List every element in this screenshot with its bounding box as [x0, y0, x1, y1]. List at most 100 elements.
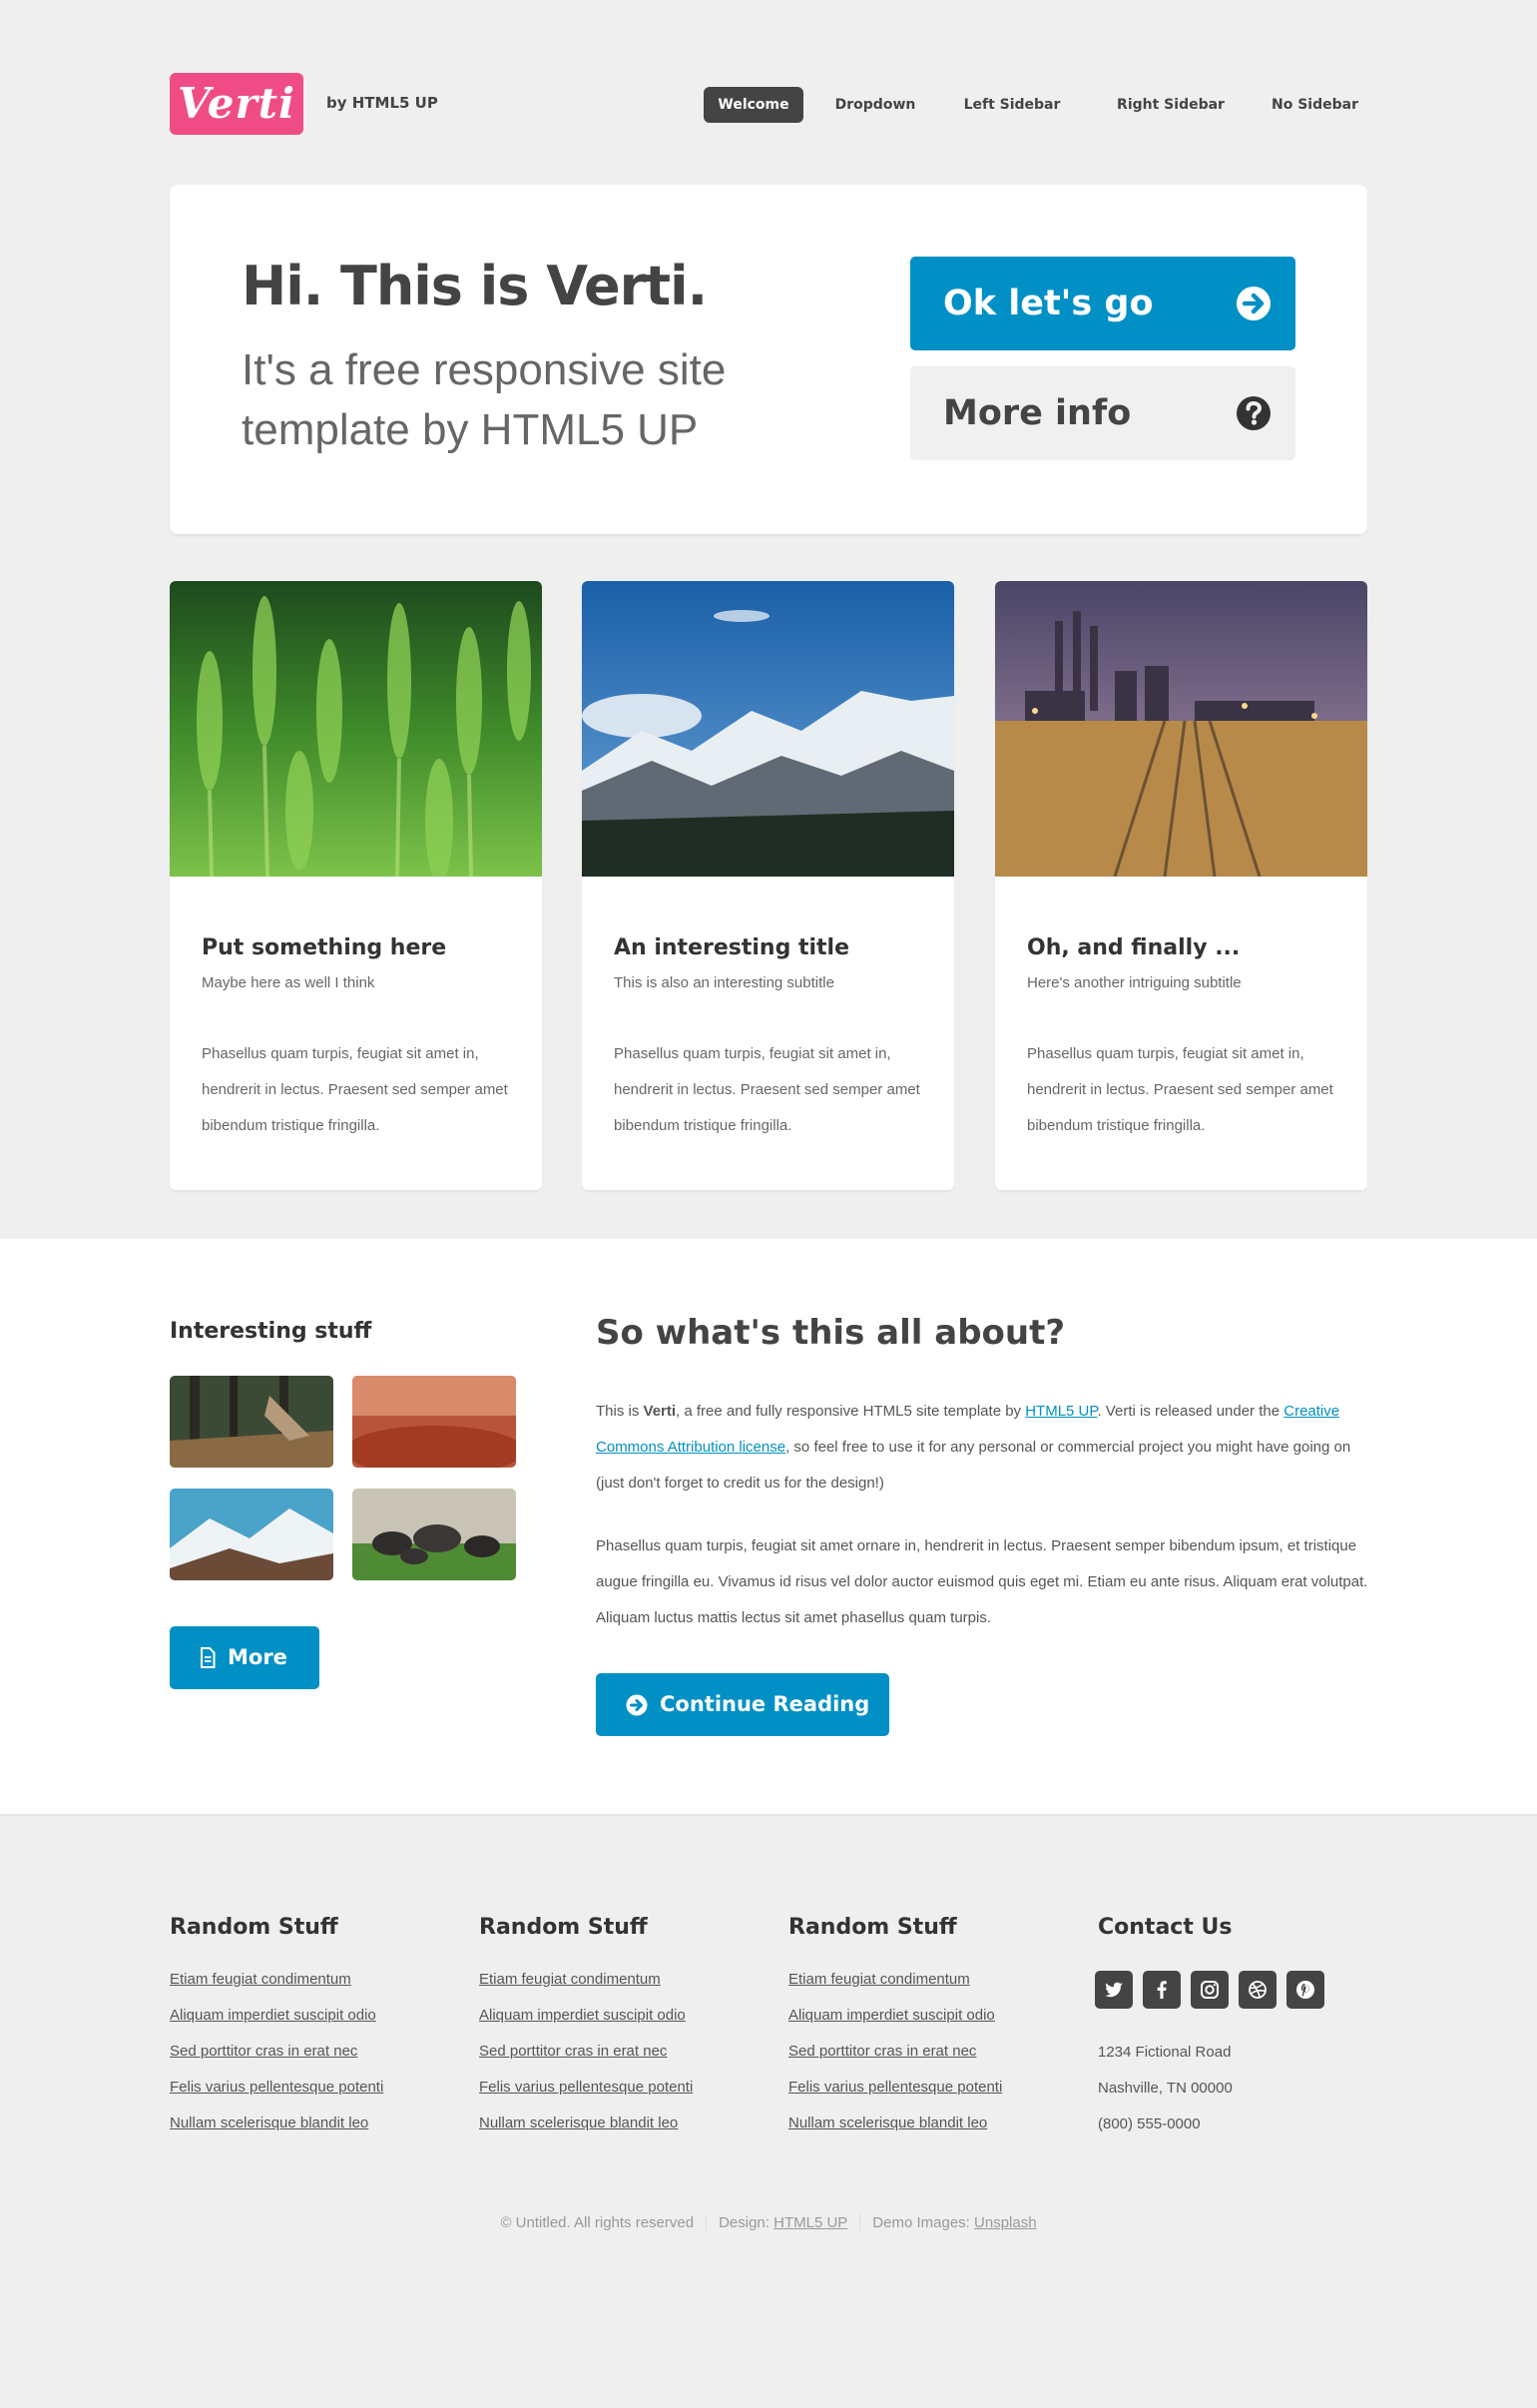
ok-lets-go-button[interactable]: Ok let's go: [910, 257, 1295, 350]
footer-link[interactable]: Etiam feugiat condimentum: [479, 1971, 661, 1988]
address-line-1: 1234 Fictional Road: [1098, 2044, 1232, 2061]
feature-title: Put something here: [202, 935, 447, 960]
wheat-field-image[interactable]: [170, 581, 542, 877]
copyright-bar: © Untitled. All rights reserved Design: H…: [0, 2214, 1537, 2231]
feature-title: Oh, and finally ...: [1027, 935, 1241, 960]
footer-link-item: Nullam scelerisque blandit leo: [479, 2114, 693, 2150]
main-section: Interesting stuff More So what's this al…: [0, 1239, 1537, 1816]
byline: by HTML5 UP: [326, 94, 438, 112]
footer-link[interactable]: Nullam scelerisque blandit leo: [479, 2114, 678, 2131]
thumbnail-rocks-image[interactable]: [352, 1489, 516, 1580]
design-credit: Design: HTML5 UP: [706, 2214, 859, 2231]
continue-reading-button[interactable]: Continue Reading: [596, 1673, 889, 1736]
document-icon: [201, 1647, 216, 1668]
footer-link-item: Nullam scelerisque blandit leo: [788, 2114, 1002, 2150]
footer-link-item: Sed porttitor cras in erat nec: [788, 2043, 1002, 2079]
main-paragraph: This is Verti, a free and fully responsi…: [596, 1394, 1369, 1502]
feature-title: An interesting title: [614, 935, 850, 960]
facebook-link[interactable]: [1143, 1971, 1181, 2009]
continue-reading-label: Continue Reading: [660, 1692, 870, 1716]
railway-city-image[interactable]: [995, 581, 1367, 877]
footer-link-item: Etiam feugiat condimentum: [170, 1971, 383, 2007]
footer-link-item: Etiam feugiat condimentum: [479, 1971, 693, 2007]
feature-card: An interesting title This is also an int…: [582, 581, 954, 1190]
footer-link[interactable]: Etiam feugiat condimentum: [788, 1971, 970, 1988]
footer-link-item: Felis varius pellentesque potenti: [479, 2079, 693, 2114]
footer-link-item: Sed porttitor cras in erat nec: [479, 2043, 693, 2079]
instagram-link[interactable]: [1191, 1971, 1229, 2009]
feature-card: Oh, and finally ... Here's another intri…: [995, 581, 1367, 1190]
thumbnail-forest-image[interactable]: [170, 1376, 333, 1468]
facebook-icon: [1157, 1981, 1167, 1999]
footer-link[interactable]: Sed porttitor cras in erat nec: [479, 2043, 667, 2060]
mountain-image[interactable]: [582, 581, 954, 877]
arrow-right-circle-icon: [626, 1694, 648, 1716]
twitter-icon: [1105, 1982, 1123, 1998]
thumbnail-snow-mountain-image[interactable]: [170, 1489, 333, 1580]
footer-link-item: Sed porttitor cras in erat nec: [170, 2043, 383, 2079]
dribbble-link[interactable]: [1239, 1971, 1277, 2009]
footer-link-item: Aliquam imperdiet suscipit odio: [788, 2007, 1002, 2043]
arrow-right-circle-icon: [1237, 287, 1271, 320]
text-segment: , a free and fully responsive HTML5 site…: [676, 1403, 1026, 1420]
footer-link[interactable]: Sed porttitor cras in erat nec: [788, 2043, 976, 2060]
banner-title: Hi. This is Verti.: [242, 255, 708, 317]
footer-link-list: Etiam feugiat condimentum Aliquam imperd…: [788, 1971, 1002, 2150]
text-segment: This is: [596, 1403, 644, 1420]
sidebar-title: Interesting stuff: [170, 1319, 372, 1344]
footer-link[interactable]: Felis varius pellentesque potenti: [479, 2079, 693, 2096]
footer-link[interactable]: Nullam scelerisque blandit leo: [170, 2114, 368, 2131]
feature-text: Phasellus quam turpis, feugiat sit amet …: [614, 1045, 920, 1134]
logo[interactable]: Verti: [170, 73, 303, 135]
footer-contact-column: Contact Us 1234 Fictional Road Nashville…: [1095, 1915, 1377, 2132]
more-button-label: More: [228, 1645, 287, 1669]
footer-link[interactable]: Sed porttitor cras in erat nec: [170, 2043, 357, 2060]
footer-link[interactable]: Aliquam imperdiet suscipit odio: [479, 2007, 686, 2024]
main-title: So what's this all about?: [596, 1313, 1066, 1353]
html5up-link[interactable]: HTML5 UP: [1025, 1403, 1097, 1420]
footer-link[interactable]: Etiam feugiat condimentum: [170, 1971, 351, 1988]
feature-subtitle: Maybe here as well I think: [202, 974, 375, 991]
nav-item-left-sidebar[interactable]: Left Sidebar: [957, 87, 1067, 123]
footer-link[interactable]: Nullam scelerisque blandit leo: [788, 2114, 987, 2131]
pinterest-icon: [1296, 1981, 1314, 1999]
more-info-label: More info: [943, 393, 1132, 433]
page: Verti by HTML5 UP Welcome Dropdown Left …: [0, 0, 1537, 2408]
contact-address: 1234 Fictional Road Nashville, TN 00000 …: [1098, 2035, 1233, 2142]
images-link[interactable]: Unsplash: [974, 2214, 1037, 2231]
design-link[interactable]: HTML5 UP: [773, 2214, 847, 2231]
thumbnail-autumn-image[interactable]: [352, 1376, 516, 1468]
banner-subtitle: It's a free responsive site template by …: [242, 345, 727, 454]
footer-link-item: Etiam feugiat condimentum: [788, 1971, 1002, 2007]
images-credit: Demo Images: Unsplash: [859, 2214, 1048, 2231]
more-button[interactable]: More: [170, 1626, 319, 1689]
nav-item-dropdown[interactable]: Dropdown: [825, 87, 925, 123]
footer-column-title: Random Stuff: [788, 1915, 957, 1940]
footer-link[interactable]: Aliquam imperdiet suscipit odio: [788, 2007, 995, 2024]
footer-link-item: Felis varius pellentesque potenti: [170, 2079, 383, 2114]
nav-item-right-sidebar[interactable]: Right Sidebar: [1107, 87, 1235, 123]
ok-lets-go-label: Ok let's go: [943, 284, 1154, 323]
footer-column-title: Random Stuff: [479, 1915, 648, 1940]
footer-link[interactable]: Felis varius pellentesque potenti: [170, 2079, 383, 2096]
footer-link-item: Felis varius pellentesque potenti: [788, 2079, 1002, 2114]
footer-link-item: Aliquam imperdiet suscipit odio: [170, 2007, 383, 2043]
footer-links-column: Random Stuff Etiam feugiat condimentum A…: [479, 1915, 759, 2131]
main-paragraph-2: Phasellus quam turpis, feugiat sit amet …: [596, 1537, 1368, 1626]
pinterest-link[interactable]: [1286, 1971, 1324, 2009]
twitter-link[interactable]: [1095, 1971, 1133, 2009]
nav-item-no-sidebar[interactable]: No Sidebar: [1263, 87, 1367, 123]
feature-card: Put something here Maybe here as well I …: [170, 581, 542, 1190]
footer-link-item: Nullam scelerisque blandit leo: [170, 2114, 383, 2150]
footer-link[interactable]: Felis varius pellentesque potenti: [788, 2079, 1002, 2096]
instagram-icon: [1201, 1981, 1219, 1999]
more-info-button[interactable]: More info: [910, 366, 1295, 460]
nav-item-welcome[interactable]: Welcome: [704, 87, 803, 123]
text-segment: . Verti is released under the: [1097, 1403, 1284, 1420]
feature-subtitle: This is also an interesting subtitle: [614, 974, 834, 991]
footer-link-item: Aliquam imperdiet suscipit odio: [479, 2007, 693, 2043]
brand-name: Verti: [643, 1403, 677, 1420]
footer-link-list: Etiam feugiat condimentum Aliquam imperd…: [170, 1971, 383, 2150]
footer-link[interactable]: Aliquam imperdiet suscipit odio: [170, 2007, 376, 2024]
contact-title: Contact Us: [1098, 1915, 1233, 1940]
